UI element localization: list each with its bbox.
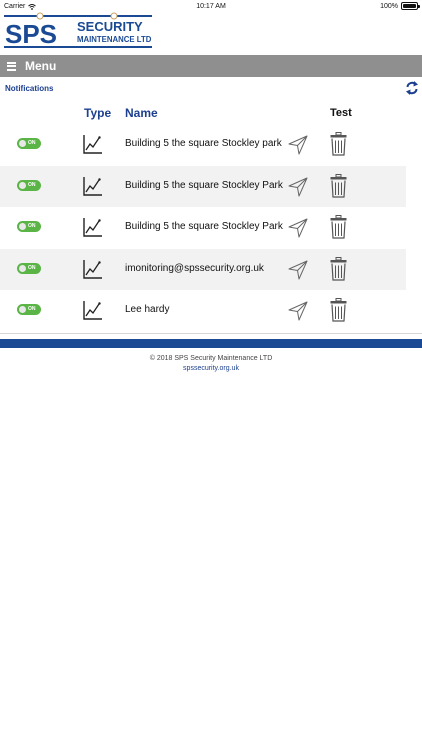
sps-logo: SPS SECURITY MAINTENANCE LTD — [4, 12, 152, 49]
notification-name[interactable]: Building 5 the square Stockley Park — [125, 221, 283, 232]
battery-icon — [401, 2, 420, 10]
logo-security-text: SECURITY — [77, 19, 143, 34]
hamburger-icon[interactable] — [7, 61, 16, 71]
table-row: ON Building 5 the square Stockley Park — [0, 165, 406, 208]
battery-status: 100% — [380, 2, 420, 10]
menu-bar[interactable]: Menu — [0, 55, 422, 77]
table-row: ON Lee hardy — [0, 290, 406, 332]
refresh-icon[interactable] — [405, 80, 419, 96]
enable-toggle[interactable]: ON — [17, 221, 41, 233]
notifications-title: Notifications — [5, 84, 54, 93]
send-test-icon[interactable] — [288, 218, 308, 238]
line-chart-icon — [83, 176, 102, 196]
logo-primary-text: SPS — [5, 19, 57, 49]
footer-copyright: © 2018 SPS Security Maintenance LTD — [149, 355, 273, 362]
battery-percent: 100% — [380, 2, 398, 10]
column-header-type: Type — [84, 106, 112, 120]
logo-maintenance-text: MAINTENANCE LTD — [77, 35, 152, 44]
footer-band — [0, 339, 422, 348]
send-test-icon[interactable] — [288, 260, 308, 280]
clock: 10:17 AM — [196, 3, 226, 10]
notification-list: ON Building 5 the square Stockley park O… — [0, 124, 422, 332]
delete-trash-icon[interactable] — [330, 132, 347, 156]
notification-name[interactable]: imonitoring@spssecurity.org.uk — [125, 263, 264, 274]
delete-trash-icon[interactable] — [330, 298, 347, 322]
table-row: ON Building 5 the square Stockley Park — [0, 207, 406, 249]
table-row: ON imonitoring@spssecurity.org.uk — [0, 248, 406, 291]
table-row: ON Building 5 the square Stockley park — [0, 124, 406, 166]
column-header-test: Test — [330, 107, 352, 119]
enable-toggle[interactable]: ON — [17, 179, 41, 191]
notification-name[interactable]: Building 5 the square Stockley Park — [125, 180, 283, 191]
send-test-icon[interactable] — [288, 177, 308, 197]
line-chart-icon — [83, 218, 102, 237]
line-chart-icon — [83, 301, 102, 321]
notification-name[interactable]: Lee hardy — [125, 304, 169, 315]
enable-toggle[interactable]: ON — [17, 262, 41, 274]
delete-trash-icon[interactable] — [330, 215, 347, 239]
column-header-name: Name — [125, 106, 158, 120]
line-chart-icon — [83, 135, 102, 154]
list-divider — [0, 333, 422, 334]
send-test-icon[interactable] — [288, 301, 308, 321]
line-chart-icon — [83, 259, 102, 279]
delete-trash-icon[interactable] — [330, 173, 347, 198]
menu-label: Menu — [25, 59, 57, 73]
enable-toggle[interactable]: ON — [17, 304, 41, 316]
delete-trash-icon[interactable] — [330, 256, 347, 281]
footer-website-link[interactable]: spssecurity.org.uk — [0, 365, 422, 372]
notification-name[interactable]: Building 5 the square Stockley park — [125, 138, 282, 149]
enable-toggle[interactable]: ON — [17, 138, 41, 149]
send-test-icon[interactable] — [288, 135, 308, 155]
